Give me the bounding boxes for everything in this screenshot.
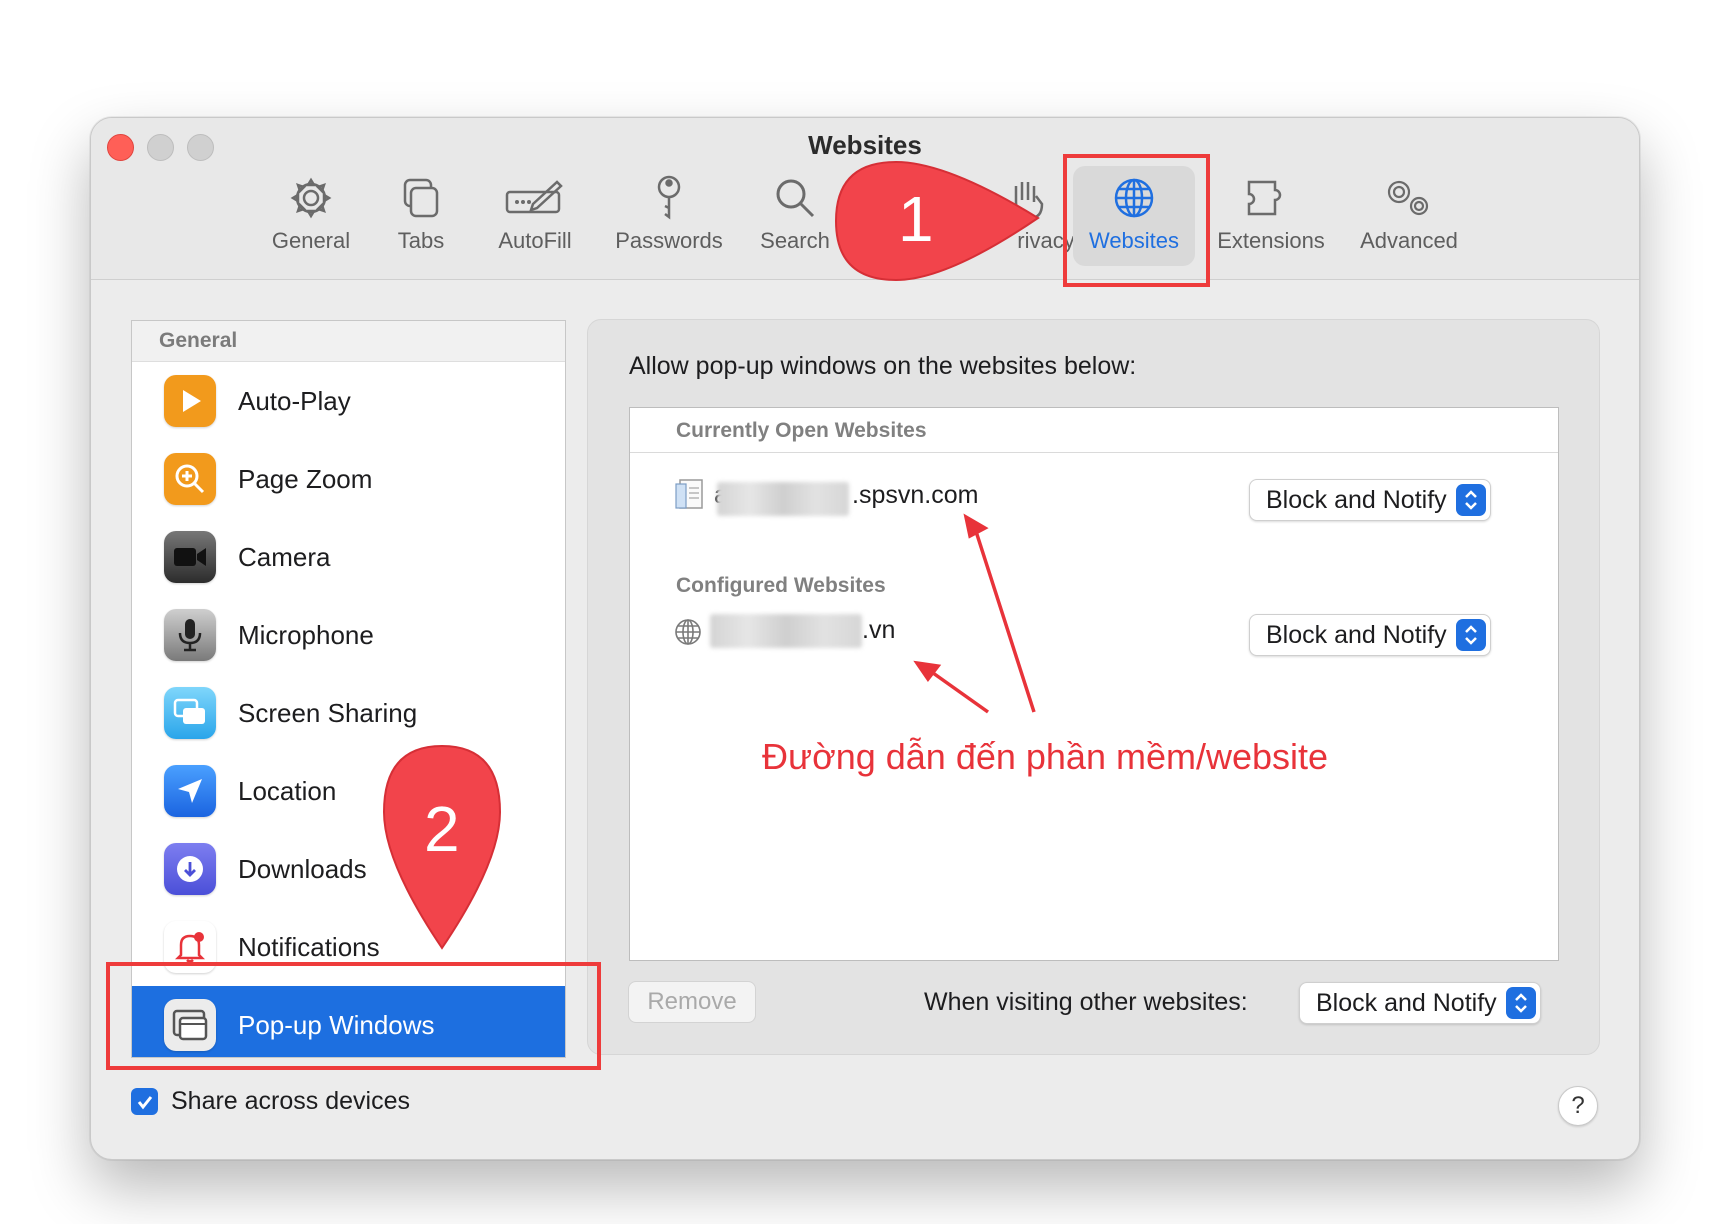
- annotation-text: Đường dẫn đến phần mềm/website: [762, 736, 1329, 777]
- step-1-number: 1: [898, 183, 934, 255]
- step-1-marker: 1: [832, 158, 1042, 289]
- step-2-marker: 2: [380, 742, 504, 957]
- step-2-number: 2: [424, 793, 460, 865]
